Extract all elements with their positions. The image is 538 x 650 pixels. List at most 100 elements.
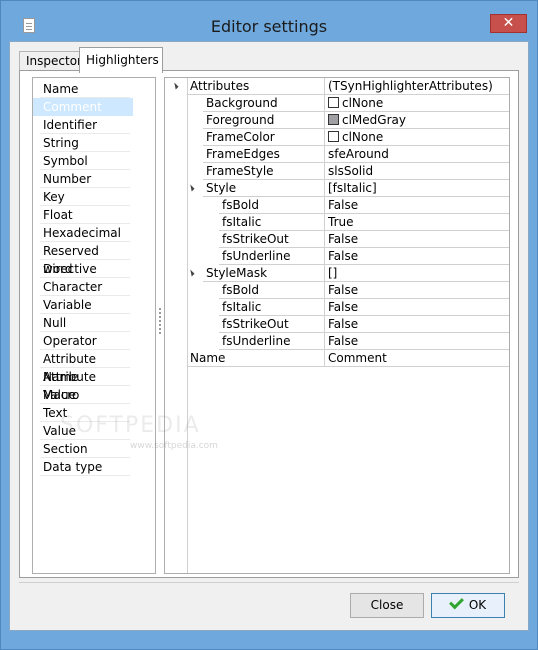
property-name: Attributes: [187, 78, 325, 95]
property-row[interactable]: FrameColor clNone: [165, 129, 509, 146]
highlighters-tab-panel: Name Comment Identifier String Symbol Number K…: [19, 70, 519, 578]
property-row[interactable]: Style [fsItalic]: [165, 180, 509, 197]
property-value-text: []: [328, 266, 338, 280]
dialog-client-area: Inspector Highlighters Name Comment Identi…: [9, 41, 529, 631]
property-value[interactable]: False: [325, 316, 509, 333]
property-row[interactable]: fsItalic True: [165, 214, 509, 231]
property-value-text: False: [328, 249, 359, 263]
color-swatch-icon: [328, 131, 339, 142]
property-row[interactable]: StyleMask[]: [165, 265, 509, 282]
property-name: fsBold: [219, 197, 325, 214]
expand-toggle-icon[interactable]: [187, 269, 195, 277]
property-value[interactable]: sfeAround: [325, 146, 509, 163]
watermark-url: www.softpedia.com: [130, 441, 218, 451]
highlighter-item[interactable]: Reserved word: [40, 242, 130, 276]
close-button[interactable]: Close: [350, 593, 424, 618]
property-value-text: Comment: [328, 351, 387, 365]
property-name: Style: [203, 180, 325, 197]
property-name: fsItalic: [219, 214, 325, 231]
property-value-text: sfeAround: [328, 147, 389, 161]
property-name: fsUnderline: [219, 333, 325, 350]
property-value[interactable]: (TSynHighlighterAttributes): [325, 78, 509, 95]
property-row[interactable]: Attributes (TSynHighlighterAttributes): [165, 78, 509, 95]
tab-highlighters[interactable]: Highlighters: [79, 47, 163, 73]
property-value[interactable]: slsSolid: [325, 163, 509, 180]
highlighter-item[interactable]: Identifier: [40, 116, 130, 134]
property-value[interactable]: False: [325, 299, 509, 316]
property-value-text: (TSynHighlighterAttributes): [328, 79, 493, 93]
property-value[interactable]: clMedGray: [325, 112, 509, 129]
property-value[interactable]: False: [325, 248, 509, 265]
property-name: fsStrikeOut: [219, 316, 325, 333]
property-value[interactable]: False: [325, 333, 509, 350]
highlighter-item[interactable]: Hexadecimal: [40, 224, 130, 242]
checkmark-icon: [448, 594, 464, 610]
property-name: StyleMask: [203, 265, 325, 282]
property-row[interactable]: Foreground clMedGray: [165, 112, 509, 129]
property-row[interactable]: Background clNone: [165, 95, 509, 112]
property-value-text: False: [328, 334, 359, 348]
property-row[interactable]: fsBold False: [165, 282, 509, 299]
property-value-text: [fsItalic]: [328, 181, 377, 195]
property-value-text: False: [328, 317, 359, 331]
property-value[interactable]: False: [325, 197, 509, 214]
highlighter-item[interactable]: Attribute Value: [40, 368, 130, 402]
title-bar[interactable]: Editor settings ✕: [1, 1, 537, 41]
highlighter-item[interactable]: Null: [40, 314, 130, 332]
ok-button[interactable]: OK: [431, 593, 505, 618]
color-swatch-icon: [328, 97, 339, 108]
property-value[interactable]: True: [325, 214, 509, 231]
property-row[interactable]: fsBold False: [165, 197, 509, 214]
highlighter-item[interactable]: Symbol: [40, 152, 130, 170]
button-bar-divider: [19, 582, 519, 583]
property-value-text: False: [328, 198, 359, 212]
highlighter-item[interactable]: Number: [40, 170, 130, 188]
highlighter-item[interactable]: Attribute Name: [40, 350, 130, 384]
property-row[interactable]: Name Comment: [165, 350, 509, 367]
property-value-text: True: [328, 215, 354, 229]
highlighter-list[interactable]: Name Comment Identifier String Symbol Number K…: [32, 77, 156, 574]
close-button-label: Close: [370, 598, 404, 612]
color-swatch-icon: [328, 114, 339, 125]
property-name: FrameColor: [203, 129, 325, 146]
splitter-handle[interactable]: [158, 306, 162, 336]
highlighter-item[interactable]: Data type: [40, 458, 130, 476]
property-value[interactable]: []: [325, 265, 509, 282]
property-row[interactable]: FrameEdges sfeAround: [165, 146, 509, 163]
property-value[interactable]: [fsItalic]: [325, 180, 509, 197]
expand-toggle-icon[interactable]: [187, 184, 195, 192]
property-value[interactable]: Comment: [325, 350, 509, 367]
highlighter-item[interactable]: Variable: [40, 296, 130, 314]
highlighter-item[interactable]: Section: [40, 440, 130, 458]
property-row[interactable]: fsStrikeOut False: [165, 231, 509, 248]
property-row[interactable]: fsUnderline False: [165, 248, 509, 265]
expand-toggle-icon[interactable]: [171, 82, 179, 90]
property-value[interactable]: clNone: [325, 95, 509, 112]
highlighter-item[interactable]: Character: [40, 278, 130, 296]
highlighter-item[interactable]: Operator: [40, 332, 130, 350]
window-title: Editor settings: [210, 17, 328, 36]
highlighter-item[interactable]: Float: [40, 206, 130, 224]
property-row[interactable]: fsStrikeOut False: [165, 316, 509, 333]
property-value[interactable]: False: [325, 282, 509, 299]
property-name: fsBold: [219, 282, 325, 299]
property-grid[interactable]: Attributes (TSynHighlighterAttributes) Bac…: [164, 77, 510, 574]
property-row[interactable]: FrameStyle slsSolid: [165, 163, 509, 180]
highlighter-item[interactable]: Key: [40, 188, 130, 206]
watermark: SOFTPEDIA: [60, 413, 201, 438]
property-value-text: False: [328, 300, 359, 314]
highlighter-item[interactable]: String: [40, 134, 130, 152]
tab-inspector[interactable]: Inspector: [19, 51, 82, 71]
property-name: fsUnderline: [219, 248, 325, 265]
highlighter-item[interactable]: Macro: [40, 386, 130, 404]
highlighter-item[interactable]: Directive: [40, 260, 130, 278]
property-name: fsStrikeOut: [219, 231, 325, 248]
property-value[interactable]: False: [325, 231, 509, 248]
highlighter-item[interactable]: Comment: [33, 98, 133, 116]
window-close-button[interactable]: ✕: [490, 14, 527, 33]
property-value[interactable]: clNone: [325, 129, 509, 146]
property-row[interactable]: fsUnderline False: [165, 333, 509, 350]
highlighter-item[interactable]: Name: [40, 80, 130, 98]
property-row[interactable]: fsItalic False: [165, 299, 509, 316]
property-value-text: clNone: [342, 130, 384, 144]
